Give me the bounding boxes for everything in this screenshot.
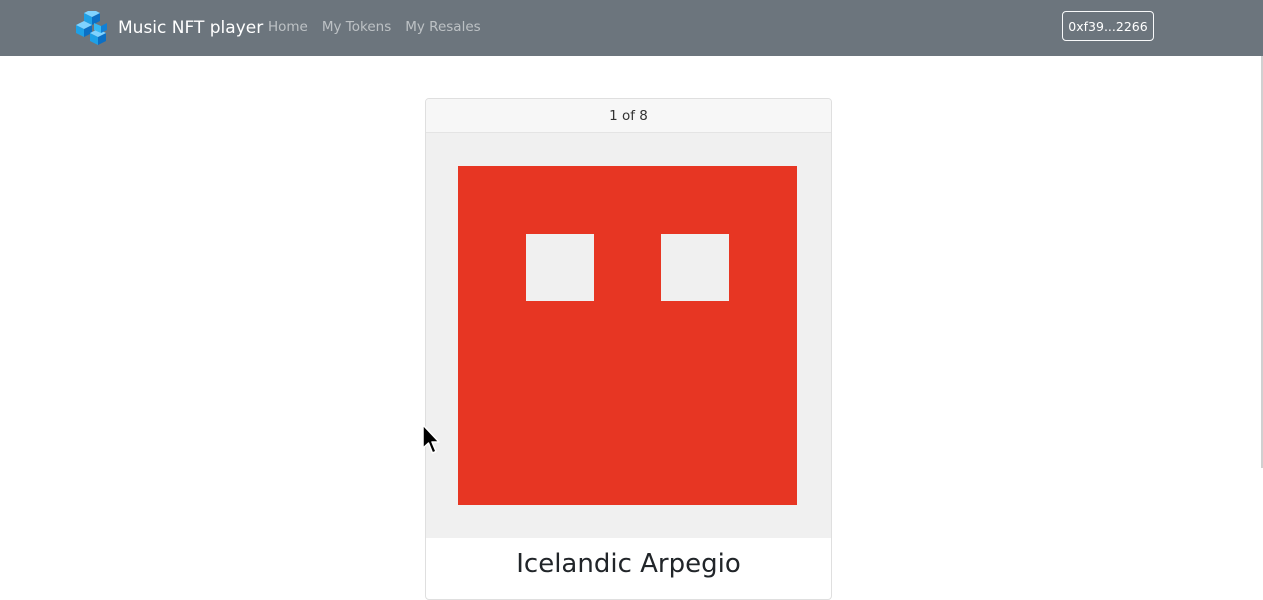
nav-link-home[interactable]: Home [268,16,308,38]
account-button[interactable]: 0xf39...2266 [1062,11,1154,41]
token-title: Icelandic Arpegio [516,549,741,579]
pixel-face-art-icon [458,166,797,505]
token-card: 1 of 8 Icelandic Arpegio [425,98,832,600]
token-counter: 1 of 8 [426,99,831,133]
nav-links: Home My Tokens My Resales [268,16,495,38]
card-image-area [426,133,831,538]
brand-name: Music NFT player [118,18,264,38]
brand-link[interactable]: Music NFT player [74,10,263,46]
navbar: Music NFT player Home My Tokens My Resal… [0,0,1263,56]
mouse-cursor-icon [422,424,440,454]
nav-link-my-resales[interactable]: My Resales [405,16,480,38]
cubes-logo-icon [76,11,107,45]
nav-link-my-tokens[interactable]: My Tokens [322,16,391,38]
